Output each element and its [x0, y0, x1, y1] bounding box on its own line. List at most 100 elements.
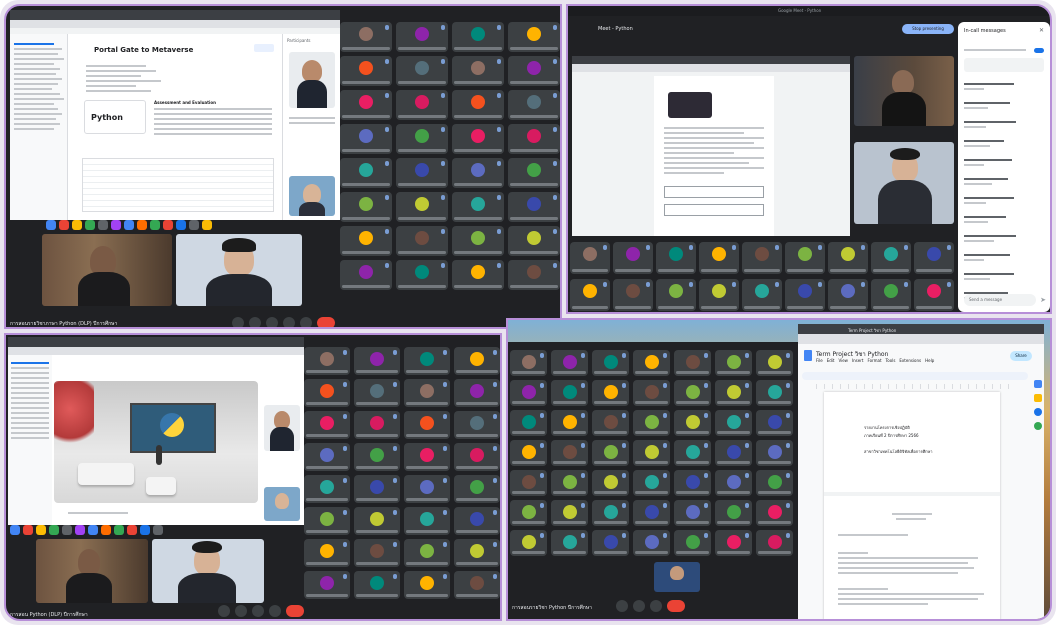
participant-tile[interactable]: [340, 192, 392, 222]
participant-tile[interactable]: [396, 124, 448, 154]
participant-tile[interactable]: [354, 475, 400, 503]
participant-tile[interactable]: [699, 279, 739, 311]
participant-tile[interactable]: [756, 500, 793, 526]
participant-tile[interactable]: [592, 470, 629, 496]
participant-tile[interactable]: [674, 470, 711, 496]
participant-tile[interactable]: [510, 470, 547, 496]
docs-menu-item[interactable]: View: [838, 358, 848, 363]
participant-tile[interactable]: [404, 347, 450, 375]
participant-tile[interactable]: [396, 260, 448, 290]
participant-tile[interactable]: [633, 470, 670, 496]
participant-tile[interactable]: [354, 379, 400, 407]
participant-tile[interactable]: [828, 279, 868, 311]
participant-tile[interactable]: [715, 350, 752, 376]
send-icon[interactable]: ➤: [1040, 296, 1046, 304]
browser-address-bar[interactable]: [8, 347, 304, 355]
participant-tile[interactable]: [340, 260, 392, 290]
participant-tile[interactable]: [452, 226, 504, 256]
participant-tile[interactable]: [756, 410, 793, 436]
participant-tile[interactable]: [354, 571, 400, 599]
participant-tile[interactable]: [340, 22, 392, 52]
participant-tile[interactable]: [656, 279, 696, 311]
stop-presenting-button[interactable]: Stop presenting: [902, 24, 954, 34]
participant-tile[interactable]: [354, 411, 400, 439]
participant-tile[interactable]: [354, 507, 400, 535]
contacts-icon[interactable]: [1034, 422, 1042, 430]
participant-tile[interactable]: [404, 571, 450, 599]
participant-tile[interactable]: [340, 90, 392, 120]
participant-tile[interactable]: [454, 443, 500, 471]
share-button[interactable]: Share: [1010, 351, 1032, 361]
present-button[interactable]: [266, 317, 278, 327]
participant-tile[interactable]: [715, 470, 752, 496]
participant-tile[interactable]: [404, 539, 450, 567]
participant-tile[interactable]: [914, 242, 954, 274]
participant-tile[interactable]: [613, 242, 653, 274]
participant-tile[interactable]: [304, 347, 350, 375]
camera-button[interactable]: [235, 605, 247, 617]
participant-tile[interactable]: [452, 56, 504, 86]
participant-tile[interactable]: [508, 226, 560, 256]
participant-tile[interactable]: [715, 380, 752, 406]
participant-tile[interactable]: [510, 350, 547, 376]
leave-call-button[interactable]: [286, 605, 304, 617]
participant-tile[interactable]: [592, 500, 629, 526]
participant-tile[interactable]: [340, 158, 392, 188]
docs-menu-item[interactable]: Help: [925, 358, 934, 363]
participant-tile[interactable]: [674, 440, 711, 466]
leave-call-button[interactable]: [317, 317, 335, 327]
participant-tile[interactable]: [756, 530, 793, 556]
participant-tile[interactable]: [508, 90, 560, 120]
participant-tile[interactable]: [452, 90, 504, 120]
participant-tile[interactable]: [715, 440, 752, 466]
participant-tile[interactable]: [404, 443, 450, 471]
participant-tile[interactable]: [871, 279, 911, 311]
participant-tile[interactable]: [756, 440, 793, 466]
tasks-icon[interactable]: [1034, 408, 1042, 416]
meeting-controls[interactable]: [616, 600, 685, 612]
participant-tile[interactable]: [396, 226, 448, 256]
participant-tile[interactable]: [510, 380, 547, 406]
browser-tab-strip[interactable]: [10, 10, 340, 20]
participant-tile[interactable]: [510, 530, 547, 556]
participant-tile[interactable]: [304, 443, 350, 471]
participant-tile[interactable]: [508, 56, 560, 86]
participant-tile[interactable]: [828, 242, 868, 274]
participant-tile[interactable]: [785, 279, 825, 311]
participant-tile[interactable]: [633, 350, 670, 376]
participant-tile[interactable]: [633, 530, 670, 556]
participant-tile[interactable]: [633, 380, 670, 406]
participant-tile[interactable]: [699, 242, 739, 274]
participant-tile[interactable]: [592, 380, 629, 406]
participant-tile[interactable]: [715, 500, 752, 526]
participant-tile[interactable]: [756, 470, 793, 496]
participant-tile[interactable]: [592, 530, 629, 556]
chat-input[interactable]: Send a message: [964, 294, 1036, 306]
participant-tile[interactable]: [592, 350, 629, 376]
participant-tile[interactable]: [454, 379, 500, 407]
participant-tile[interactable]: [715, 530, 752, 556]
participant-tile[interactable]: [304, 379, 350, 407]
participant-tile[interactable]: [674, 530, 711, 556]
participant-tile[interactable]: [551, 380, 588, 406]
participant-tile[interactable]: [454, 347, 500, 375]
participant-tile[interactable]: [454, 411, 500, 439]
participant-tile[interactable]: [510, 410, 547, 436]
participant-tile[interactable]: [613, 279, 653, 311]
mic-button[interactable]: [218, 605, 230, 617]
participant-tile[interactable]: [510, 500, 547, 526]
participant-tile[interactable]: [304, 411, 350, 439]
participant-tile[interactable]: [551, 470, 588, 496]
participant-tile[interactable]: [570, 242, 610, 274]
participant-tile[interactable]: [354, 443, 400, 471]
participant-tile[interactable]: [656, 242, 696, 274]
participant-tile[interactable]: [742, 279, 782, 311]
docs-menu-item[interactable]: Insert: [852, 358, 863, 363]
browser-address-bar[interactable]: [10, 20, 340, 28]
leave-call-button[interactable]: [667, 600, 685, 612]
calendar-icon[interactable]: [1034, 380, 1042, 388]
participant-tile[interactable]: [396, 22, 448, 52]
meeting-controls[interactable]: [218, 605, 304, 617]
camera-button[interactable]: [249, 317, 261, 327]
chat-toggle[interactable]: [1034, 48, 1044, 53]
